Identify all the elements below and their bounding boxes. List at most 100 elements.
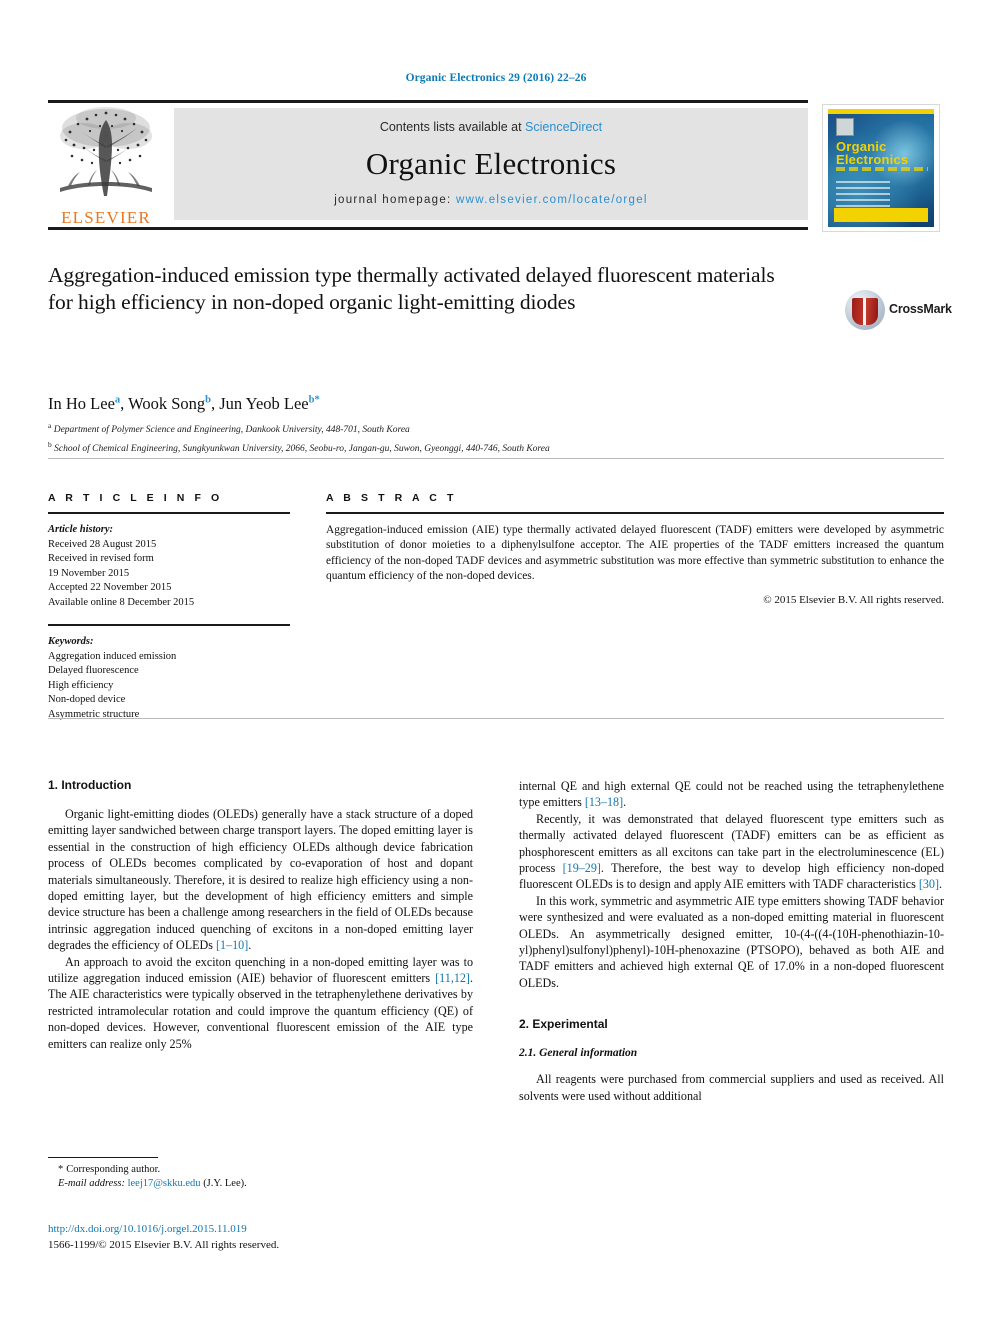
paragraph-text: internal QE and high external QE could n… (519, 779, 944, 810)
footnote-star: * (58, 1164, 64, 1175)
citation-ref[interactable]: [1–10] (216, 938, 248, 952)
cover-bottom-bar (834, 208, 928, 222)
citation-ref[interactable]: [19–29] (563, 861, 601, 875)
affiliation-b: b School of Chemical Engineering, Sungky… (48, 438, 928, 457)
elsevier-logo: ELSEVIER (50, 106, 162, 228)
footnote-corresponding-text: Corresponding author. (66, 1164, 161, 1175)
keywords-label: Keywords: (48, 636, 94, 647)
body-column-right: internal QE and high external QE could n… (519, 778, 944, 1104)
author-affil-marker-2[interactable]: b (205, 395, 211, 406)
footnote-rule (48, 1157, 158, 1158)
crossmark-logo-icon (845, 290, 885, 330)
history-item: Accepted 22 November 2015 (48, 582, 172, 593)
paragraph: Organic light-emitting diodes (OLEDs) ge… (48, 806, 473, 954)
article-history-block: Article history: Received 28 August 2015… (48, 523, 303, 610)
journal-title: Organic Electronics (365, 146, 617, 181)
paragraph: All reagents were purchased from commerc… (519, 1072, 944, 1103)
article-info-column: A R T I C L E I N F O Article history: R… (48, 492, 303, 722)
history-item: Received 28 August 2015 (48, 538, 157, 550)
sciencedirect-link[interactable]: ScienceDirect (525, 120, 602, 134)
paragraph: In this work, symmetric and asymmetric A… (519, 893, 944, 990)
paragraph-text: . (623, 795, 627, 810)
journal-cover-thumbnail: Organic Electronics (822, 104, 940, 232)
body-column-left: 1. Introduction Organic light-emitting d… (48, 778, 473, 1052)
body-two-column-layout: 1. Introduction Organic light-emitting d… (48, 778, 944, 1178)
corresponding-author-footnote: * Corresponding author. E-mail address: l… (48, 1157, 473, 1191)
keyword-item: Non-doped device (48, 694, 126, 705)
paragraph-text: An approach to avoid the exciton quenchi… (48, 954, 473, 986)
history-item: 19 November 2015 (48, 567, 130, 579)
article-info-heading: A R T I C L E I N F O (48, 492, 223, 504)
footnote-corresponding-line: * Corresponding author. (48, 1163, 473, 1177)
author-name-2: Wook Song (128, 394, 206, 413)
masthead-band: Contents lists available at ScienceDirec… (174, 108, 808, 220)
abstract-heading: A B S T R A C T (326, 492, 457, 504)
author-list: In Ho Leea, Wook Songb, Jun Yeob Leeb* (48, 394, 320, 413)
cover-title-line-2: Electronics (836, 152, 909, 167)
crossmark-badge[interactable]: CrossMark (845, 288, 952, 332)
affiliation-list: a Department of Polymer Science and Engi… (48, 419, 928, 456)
affiliation-text-b: School of Chemical Engineering, Sungkyun… (54, 443, 550, 454)
email-owner: (J.Y. Lee). (203, 1178, 247, 1189)
corresponding-author-marker[interactable]: * (314, 395, 319, 406)
abstract-copyright: © 2015 Elsevier B.V. All rights reserved… (763, 594, 944, 607)
journal-reference-line: Organic Electronics 29 (2016) 22–26 (405, 72, 587, 84)
citation-ref[interactable]: [11,12] (435, 971, 470, 985)
affiliation-a: a Department of Polymer Science and Engi… (48, 419, 928, 438)
page-title: Aggregation-induced emission type therma… (48, 263, 775, 314)
email-link[interactable]: leej17@skku.edu (128, 1178, 201, 1189)
affiliation-marker-a: a (48, 421, 52, 430)
email-label: E-mail address: (58, 1178, 125, 1189)
history-item: Available online 8 December 2015 (48, 596, 195, 608)
keywords-block: Keywords: Aggregation induced emission D… (48, 635, 303, 722)
section-heading-experimental: 2. Experimental (519, 1017, 608, 1032)
contents-prefix: Contents lists available at (379, 120, 526, 134)
abstract-rule (326, 512, 944, 514)
journal-masthead: ELSEVIER Contents lists available at Sci… (48, 100, 944, 230)
author-section-divider (48, 458, 944, 459)
keywords-rule (48, 624, 290, 626)
footnote-email-line: E-mail address: leej17@skku.edu (J.Y. Le… (48, 1177, 473, 1191)
article-info-rule (48, 512, 290, 514)
cover-artwork: Organic Electronics (828, 109, 934, 227)
abstract-text: Aggregation-induced emission (AIE) type … (326, 524, 944, 582)
paragraph: internal QE and high external QE could n… (519, 778, 944, 811)
citation-ref[interactable]: [30] (919, 877, 939, 891)
paragraph: An approach to avoid the exciton quenchi… (48, 954, 473, 1052)
abstract-column: A B S T R A C T Aggregation-induced emis… (326, 492, 944, 606)
author-name-3: Jun Yeob Lee (219, 394, 309, 413)
keyword-item: High efficiency (48, 679, 114, 691)
paragraph: Recently, it was demonstrated that delay… (519, 811, 944, 893)
history-item: Received in revised form (48, 553, 154, 564)
crossmark-label: CrossMark (889, 302, 952, 316)
author-name-1: In Ho Lee (48, 394, 115, 413)
affiliation-text-a: Department of Polymer Science and Engine… (53, 425, 410, 436)
homepage-url-link[interactable]: www.elsevier.com/locate/orgel (456, 194, 648, 206)
crossmark-book-shape (852, 298, 878, 325)
doi-link[interactable]: http://dx.doi.org/10.1016/j.orgel.2015.1… (48, 1222, 548, 1237)
paragraph-text: Organic light-emitting diodes (OLEDs) ge… (48, 807, 473, 953)
elsevier-tree-icon (60, 107, 152, 196)
paragraph-text: . (938, 877, 943, 892)
paragraph-tail: . (248, 938, 252, 953)
journal-homepage-line: journal homepage: www.elsevier.com/locat… (174, 194, 808, 206)
keyword-item: Delayed fluorescence (48, 665, 139, 676)
homepage-prefix: journal homepage: (334, 194, 457, 206)
paper-page: Organic Electronics 29 (2016) 22–26 ELSE… (0, 0, 992, 1323)
keyword-item: Aggregation induced emission (48, 650, 177, 662)
cover-publisher-badge-icon (836, 118, 854, 136)
contents-lists-line: Contents lists available at ScienceDirec… (174, 120, 808, 134)
author-affil-marker-1[interactable]: a (115, 395, 120, 406)
masthead-top-rule (48, 100, 808, 103)
title-block: Aggregation-induced emission type therma… (48, 262, 952, 330)
abstract-section-divider (48, 718, 944, 719)
citation-ref[interactable]: [13–18] (585, 795, 623, 809)
cover-editor-lines (836, 181, 890, 211)
footnote-body: * Corresponding author. E-mail address: l… (48, 1163, 473, 1191)
section-heading-introduction: 1. Introduction (48, 778, 132, 792)
elsevier-wordmark: ELSEVIER (61, 208, 151, 227)
subsection-heading-general-information: 2.1. General information (519, 1047, 638, 1060)
affiliation-marker-b: b (48, 439, 52, 449)
cover-subtitle-bars (836, 167, 928, 171)
keyword-item: Asymmetric structure (48, 708, 140, 720)
